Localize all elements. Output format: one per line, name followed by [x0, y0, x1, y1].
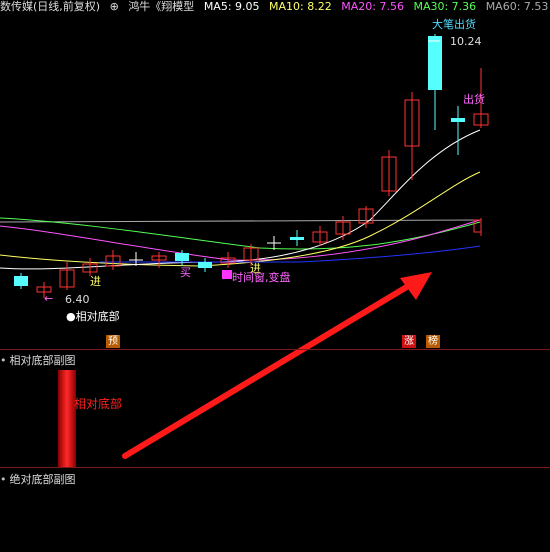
sub1-bar-label: 相对底部 [74, 397, 123, 411]
ma30-line [0, 217, 481, 250]
sub1-title[interactable]: • 相对底部副图 [0, 352, 76, 368]
bullet-icon: ● [66, 310, 76, 323]
yu-badge: 预 [106, 335, 120, 348]
time-window-label: 时间窗,变盘 [232, 271, 291, 284]
low-price-label: 6.40 [65, 293, 90, 306]
high-price-label: 10.24 [450, 35, 482, 48]
sell-label: 出货 [463, 93, 485, 106]
time-window-marker [222, 270, 232, 279]
buy-label: 买 [180, 266, 191, 279]
enter-label: 进 [90, 275, 101, 288]
ma60-line [0, 219, 481, 223]
ma10-line [0, 171, 481, 267]
relative-bottom-bar [58, 370, 76, 467]
sub2-title[interactable]: • 绝对底部副图 [0, 471, 76, 487]
ma5-line [0, 129, 481, 270]
big-sell-label: 大笔出货 [432, 18, 476, 31]
panel-dot-icon: • [0, 473, 7, 486]
relative-bottom-label: ●相对底部 [66, 308, 120, 324]
sub2-title-text: 绝对底部副图 [9, 473, 76, 486]
candles [14, 34, 489, 298]
panel-dot-icon: • [0, 354, 7, 367]
bang-badge: 榜 [426, 335, 440, 348]
trend-arrow [122, 272, 432, 459]
low-marker: ← [44, 292, 54, 305]
relative-bottom-text: 相对底部 [75, 310, 120, 323]
sub1-title-text: 相对底部副图 [9, 354, 76, 367]
zhang-badge: 涨 [402, 335, 416, 348]
